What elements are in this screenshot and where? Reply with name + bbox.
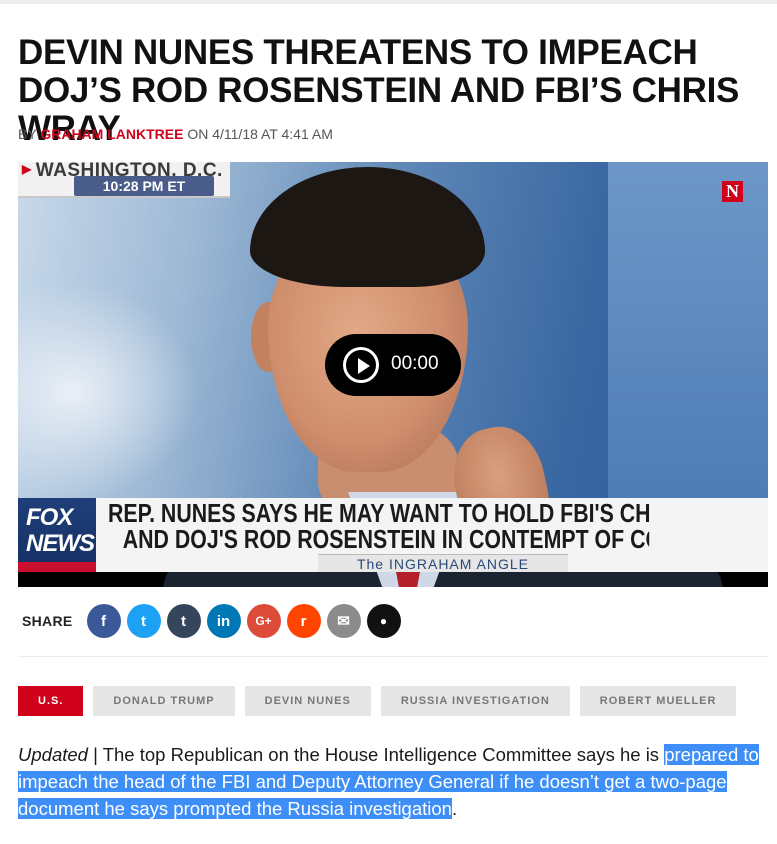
byline-date: ON 4/11/18 AT 4:41 AM bbox=[187, 126, 333, 142]
network-logo-line1: FOX bbox=[26, 504, 73, 531]
lower-third-line1: REP. NUNES SAYS HE MAY WANT TO HOLD FBI'… bbox=[108, 500, 650, 528]
twitter-share-button[interactable]: t bbox=[126, 604, 161, 638]
top-rule bbox=[0, 0, 777, 4]
byline-prefix: BY bbox=[18, 126, 37, 142]
lower-third-line2: AND DOJ'S ROD ROSENSTEIN IN CONTEMPT OF … bbox=[122, 524, 649, 552]
tag-u-s[interactable]: U.S. bbox=[18, 686, 84, 716]
google-plus-icon: G+ bbox=[255, 614, 272, 628]
email-share-button[interactable]: ✉ bbox=[326, 604, 361, 638]
facebook-share-button[interactable]: f bbox=[86, 604, 121, 638]
comment-icon: ● bbox=[379, 614, 388, 628]
video-timestamp: 10:28 PM ET bbox=[74, 176, 214, 196]
network-logo-line2: NEWS bbox=[26, 530, 95, 557]
tag-devin-nunes[interactable]: DEVIN NUNES bbox=[244, 686, 371, 716]
tag-list: U.S. DONALD TRUMP DEVIN NUNES RUSSIA INVEST… bbox=[18, 686, 746, 716]
tag-robert-mueller[interactable]: ROBERT MUELLER bbox=[579, 686, 737, 716]
comment-share-button[interactable]: ● bbox=[366, 604, 401, 638]
newsweek-logo-icon: N bbox=[722, 181, 743, 202]
share-label: SHARE bbox=[22, 613, 73, 629]
play-icon bbox=[343, 347, 379, 383]
linkedin-icon: in bbox=[216, 612, 231, 630]
play-button[interactable]: 00:00 bbox=[325, 334, 461, 396]
tag-donald-trump[interactable]: DONALD TRUMP bbox=[93, 686, 235, 716]
google-plus-share-button[interactable]: G+ bbox=[246, 604, 281, 638]
video-player[interactable]: ▶ WASHINGTON, D.C. 10:28 PM ET N 00:00 RE… bbox=[18, 162, 768, 587]
show-name: The INGRAHAM ANGLE bbox=[318, 554, 568, 572]
lede-end: . bbox=[451, 798, 458, 819]
updated-label: Updated bbox=[18, 744, 88, 765]
twitter-icon: t bbox=[141, 612, 147, 630]
facebook-icon: f bbox=[101, 612, 107, 630]
article-lede: Updated | The top Republican on the Hous… bbox=[18, 741, 763, 822]
byline: BY GRAHAM LANKTREE ON 4/11/18 AT 4:41 AM bbox=[18, 126, 333, 142]
player-time: 00:00 bbox=[391, 353, 439, 374]
tag-russia-investigation[interactable]: RUSSIA INVESTIGATION bbox=[380, 686, 570, 716]
author-link[interactable]: GRAHAM LANKTREE bbox=[40, 126, 183, 142]
share-bar: SHARE f t t in G+ r ✉ ● bbox=[22, 604, 407, 638]
separator: | bbox=[87, 744, 103, 765]
lede-text: The top Republican on the House Intellig… bbox=[102, 744, 665, 765]
location-bar: ▶ WASHINGTON, D.C. 10:28 PM ET bbox=[18, 162, 230, 198]
tumblr-icon: t bbox=[181, 612, 187, 630]
reddit-share-button[interactable]: r bbox=[286, 604, 321, 638]
tumblr-share-button[interactable]: t bbox=[166, 604, 201, 638]
arrow-icon: ▶ bbox=[22, 162, 32, 176]
divider bbox=[18, 656, 768, 657]
network-logo: FOX NEWS bbox=[18, 498, 96, 572]
linkedin-share-button[interactable]: in bbox=[206, 604, 241, 638]
email-icon: ✉ bbox=[337, 613, 350, 630]
reddit-icon: r bbox=[300, 612, 307, 630]
